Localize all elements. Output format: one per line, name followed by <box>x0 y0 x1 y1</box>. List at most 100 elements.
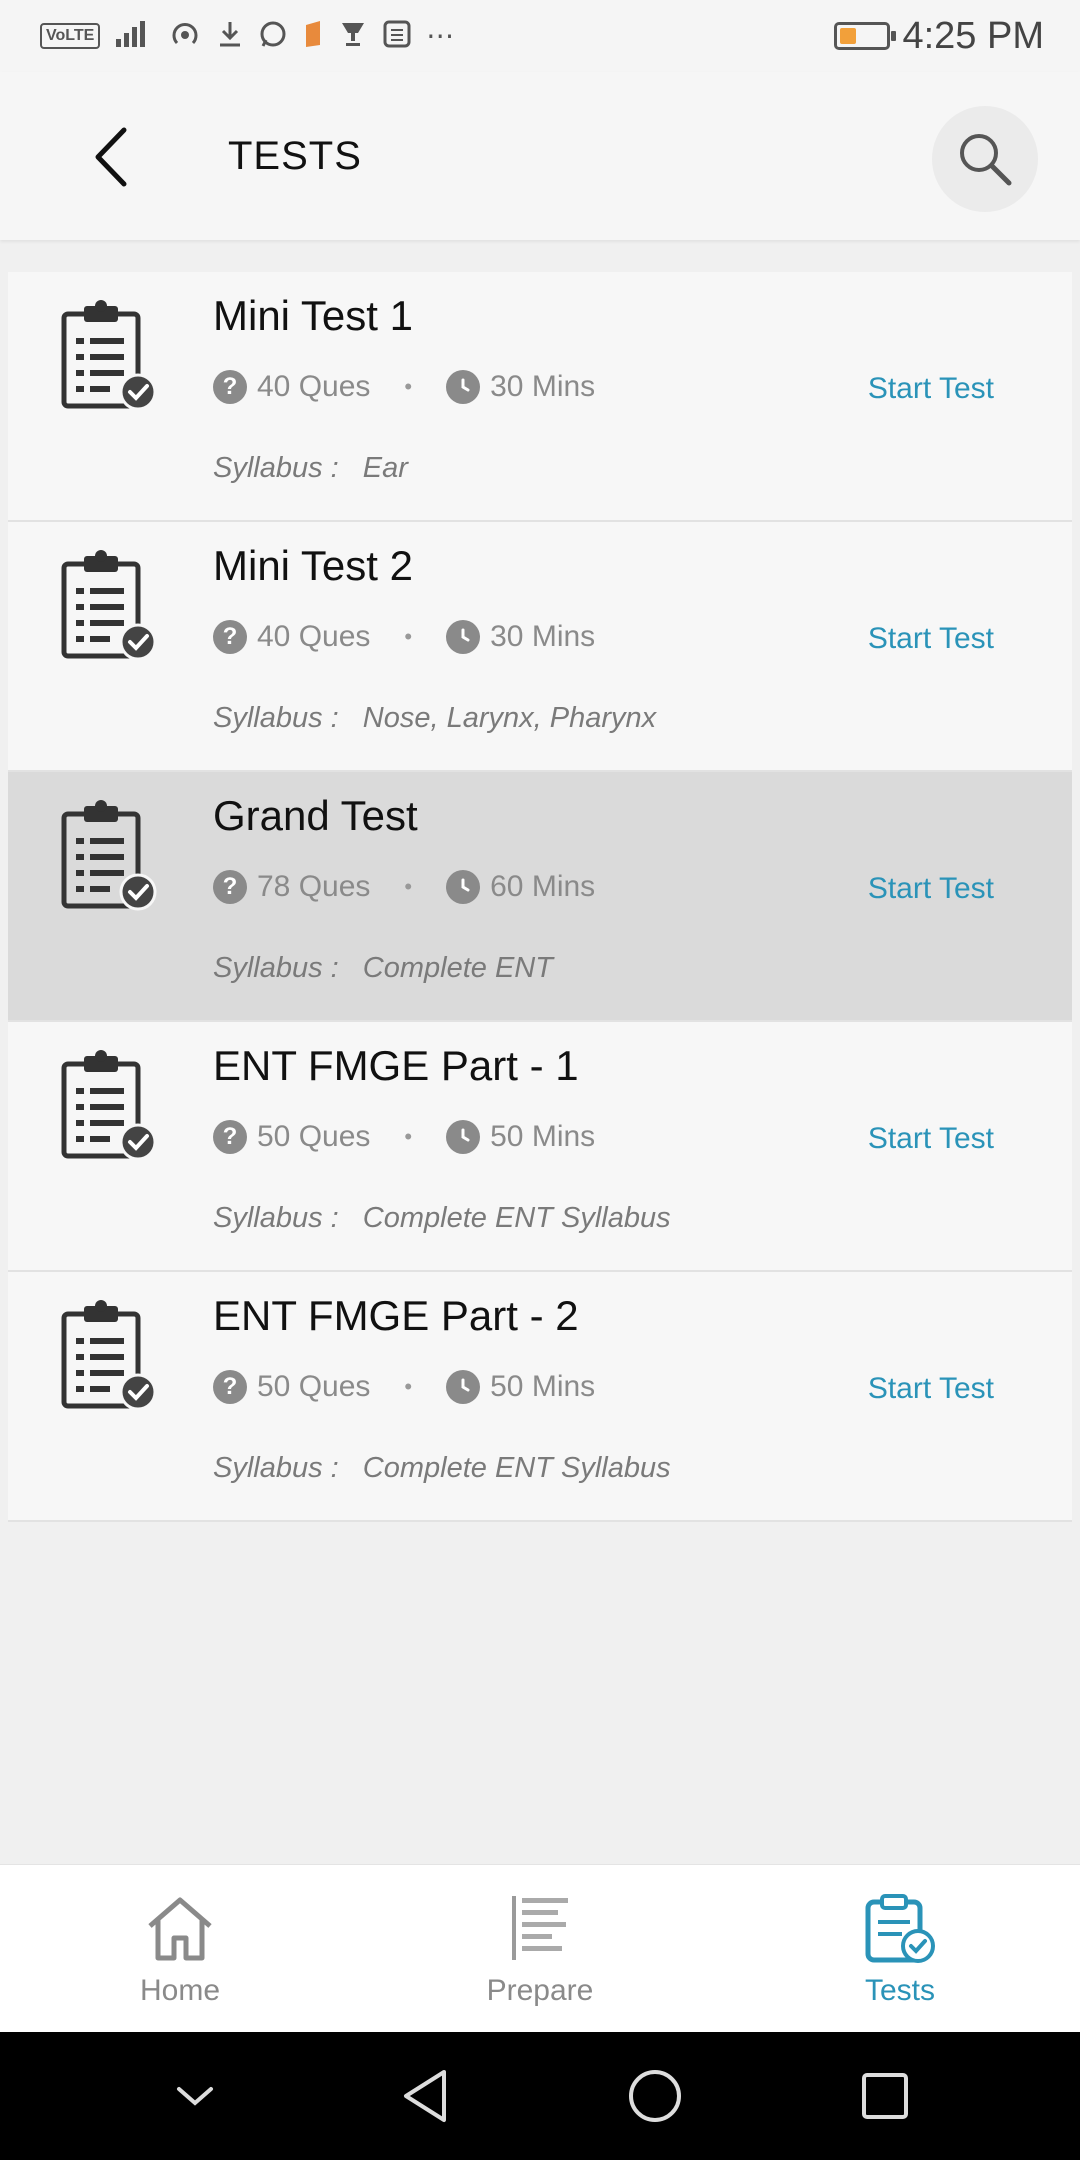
nav-home[interactable]: Home <box>0 1865 360 2032</box>
nav-home-label: Home <box>139 1973 221 2007</box>
separator-dot: • <box>404 624 413 649</box>
start-test-button[interactable]: Start Test <box>868 622 994 656</box>
volte-icon: VoLTE <box>40 23 101 49</box>
home-nav-button[interactable] <box>605 2046 705 2146</box>
clipboard-check-icon <box>61 800 157 911</box>
test-card[interactable]: Mini Test 1 ? 40 Ques • 30 Mins Start Te… <box>8 272 1072 522</box>
test-card[interactable]: Grand Test ? 78 Ques • 60 Mins Start Tes… <box>8 772 1072 1022</box>
question-icon: ? <box>213 370 247 404</box>
question-count: 50 Ques <box>257 1120 371 1153</box>
nav-prepare-label: Prepare <box>486 1973 594 2007</box>
syllabus-value: Nose, Larynx, Pharynx <box>362 702 657 734</box>
system-nav-bar <box>0 2032 1080 2160</box>
clipboard-check-icon <box>61 1050 157 1161</box>
start-test-button[interactable]: Start Test <box>868 872 994 906</box>
test-card[interactable]: ENT FMGE Part - 2 ? 50 Ques • 50 Mins St… <box>8 1272 1072 1522</box>
clock-icon <box>446 370 481 404</box>
test-meta: ? 40 Ques • 30 Mins <box>213 370 595 404</box>
syllabus: Syllabus : Complete ENT Syllabus <box>213 1452 671 1485</box>
clipboard-check-icon <box>61 550 157 661</box>
test-name: Mini Test 1 <box>213 292 413 339</box>
test-card[interactable]: ENT FMGE Part - 1 ? 50 Ques • 50 Mins St… <box>8 1022 1072 1272</box>
trophy-icon <box>338 19 368 54</box>
duration: 30 Mins <box>490 620 596 653</box>
syllabus-label: Syllabus : <box>213 452 339 484</box>
status-bar: VoLTE ⋯ 4:25 PM <box>0 0 1080 72</box>
clock-icon <box>446 870 481 904</box>
syllabus-label: Syllabus : <box>213 1202 339 1234</box>
status-time: 4:25 PM <box>902 14 1044 57</box>
syllabus: Syllabus : Nose, Larynx, Pharynx <box>213 702 656 735</box>
clock-icon <box>446 1120 481 1154</box>
triangle-back-icon <box>404 2070 446 2122</box>
question-count: 50 Ques <box>257 1370 371 1403</box>
page-title: TESTS <box>228 134 362 178</box>
syllabus-value: Complete ENT <box>362 952 553 984</box>
syllabus-value: Complete ENT Syllabus <box>362 1202 671 1234</box>
search-icon <box>960 134 1012 186</box>
more-icon: ⋯ <box>426 19 455 52</box>
start-test-button[interactable]: Start Test <box>868 372 994 406</box>
battery-level <box>840 28 856 44</box>
status-icons: VoLTE ⋯ <box>40 19 454 54</box>
download-icon <box>216 19 244 54</box>
question-icon: ? <box>213 870 247 904</box>
separator-dot: • <box>404 874 413 899</box>
clock-icon <box>446 1370 481 1404</box>
test-name: ENT FMGE Part - 2 <box>213 1292 579 1339</box>
test-name: ENT FMGE Part - 1 <box>213 1042 579 1089</box>
recents-nav-button[interactable] <box>835 2046 935 2146</box>
back-button[interactable] <box>80 122 140 192</box>
chevron-down-icon <box>177 2087 213 2106</box>
test-meta: ? 78 Ques • 60 Mins <box>213 870 595 904</box>
nav-tests[interactable]: Tests <box>720 1865 1080 2032</box>
duration: 30 Mins <box>490 370 596 403</box>
syllabus: Syllabus : Ear <box>213 452 408 485</box>
test-card[interactable]: Mini Test 2 ? 40 Ques • 30 Mins Start Te… <box>8 522 1072 772</box>
nav-tests-label: Tests <box>864 1973 936 2007</box>
duration: 50 Mins <box>490 1370 596 1403</box>
back-nav-button[interactable] <box>375 2046 475 2146</box>
test-meta: ? 50 Ques • 50 Mins <box>213 1120 595 1154</box>
syllabus-value: Complete ENT Syllabus <box>362 1452 671 1484</box>
test-meta: ? 50 Ques • 50 Mins <box>213 1370 595 1404</box>
tests-icon <box>865 1893 935 1963</box>
question-icon: ? <box>213 1120 247 1154</box>
prepare-icon <box>512 1895 568 1960</box>
chevron-left-icon <box>95 127 127 187</box>
app-bar: TESTS <box>0 72 1080 240</box>
test-meta: ? 40 Ques • 30 Mins <box>213 620 595 654</box>
clipboard-check-icon <box>61 300 157 411</box>
question-icon: ? <box>213 1370 247 1404</box>
square-recents-icon <box>862 2073 908 2119</box>
separator-dot: • <box>404 374 413 399</box>
calculator-icon <box>382 19 412 54</box>
status-right: 4:25 PM <box>834 15 1044 58</box>
start-test-button[interactable]: Start Test <box>868 1122 994 1156</box>
question-icon: ? <box>213 620 247 654</box>
separator-dot: • <box>404 1374 413 1399</box>
app-icon <box>302 19 324 54</box>
nav-prepare[interactable]: Prepare <box>360 1865 720 2032</box>
separator-dot: • <box>404 1124 413 1149</box>
duration: 50 Mins <box>490 1120 596 1153</box>
syllabus: Syllabus : Complete ENT Syllabus <box>213 1202 671 1235</box>
question-count: 78 Ques <box>257 870 371 903</box>
circle-home-icon <box>629 2070 681 2122</box>
syllabus-value: Ear <box>362 452 408 484</box>
signal-4g-icon <box>114 19 154 54</box>
search-button[interactable] <box>932 106 1038 212</box>
start-test-button[interactable]: Start Test <box>868 1372 994 1406</box>
battery-icon <box>834 22 897 50</box>
clipboard-check-icon <box>61 1300 157 1411</box>
syllabus-label: Syllabus : <box>213 952 339 984</box>
test-name: Mini Test 2 <box>213 542 413 589</box>
question-count: 40 Ques <box>257 620 371 653</box>
syllabus: Syllabus : Complete ENT <box>213 952 553 985</box>
collapse-button[interactable] <box>145 2046 245 2146</box>
duration: 60 Mins <box>490 870 596 903</box>
whatsapp-icon <box>258 19 288 54</box>
syllabus-label: Syllabus : <box>213 702 339 734</box>
hotspot-icon <box>168 19 202 54</box>
question-count: 40 Ques <box>257 370 371 403</box>
